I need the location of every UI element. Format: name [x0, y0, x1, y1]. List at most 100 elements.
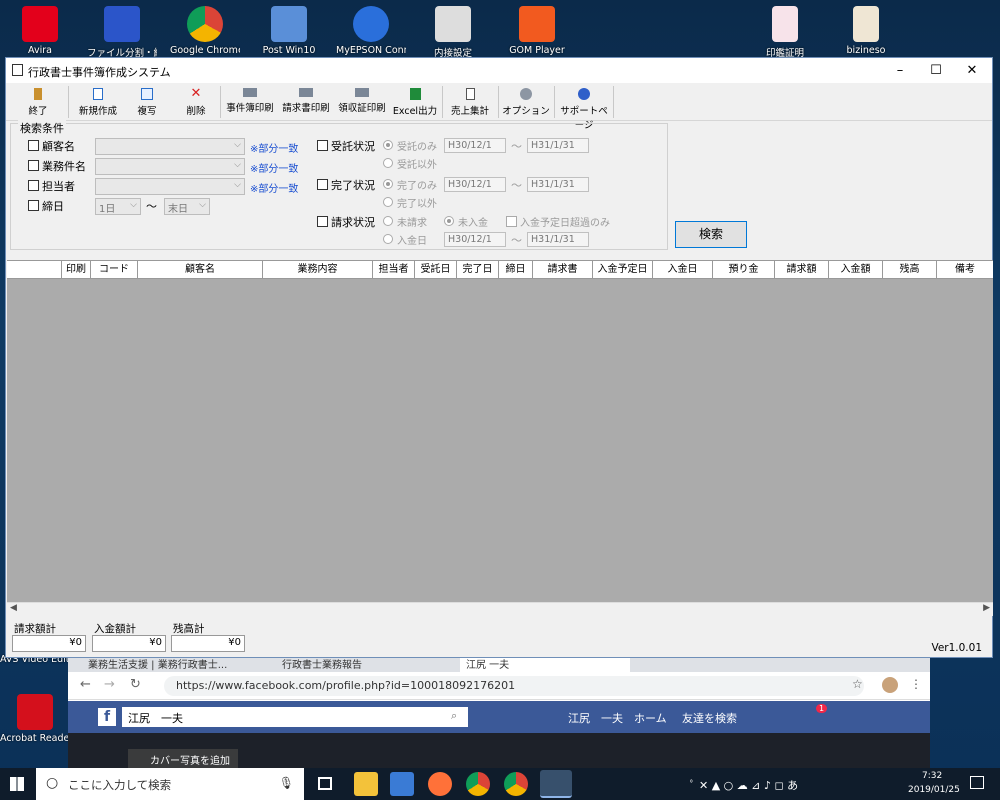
- person-combo[interactable]: ⌵: [95, 178, 245, 195]
- complete-date-from[interactable]: H30/12/1: [444, 177, 506, 192]
- column-header[interactable]: 入金予定日: [593, 261, 653, 279]
- store-icon[interactable]: [390, 772, 414, 796]
- column-header[interactable]: 預り金: [713, 261, 775, 279]
- entrust-date-to[interactable]: H31/1/31: [527, 138, 589, 153]
- microphone-icon[interactable]: 🎙: [279, 776, 294, 790]
- add-cover-photo-button[interactable]: カバー写真を追加: [128, 749, 238, 770]
- project-name-checkbox[interactable]: [28, 160, 39, 171]
- paid-date-radio[interactable]: [383, 234, 393, 244]
- received-total-value: ¥0: [92, 635, 166, 652]
- minimize-icon[interactable]: –: [882, 58, 918, 83]
- facebook-home-link[interactable]: ホーム: [634, 710, 667, 726]
- billing-status-checkbox[interactable]: [317, 216, 328, 227]
- chrome-icon[interactable]: [466, 772, 490, 796]
- paid-date-from[interactable]: H30/12/1: [444, 232, 506, 247]
- facebook-find-friends-link[interactable]: 友達を検索: [682, 710, 737, 726]
- entrust-other-radio[interactable]: [383, 158, 393, 168]
- close-icon[interactable]: ✕: [954, 58, 990, 83]
- complete-date-to[interactable]: H31/1/31: [527, 177, 589, 192]
- forward-icon[interactable]: →: [104, 677, 115, 692]
- desktop-icon-avira[interactable]: Avira: [5, 2, 75, 56]
- bookmark-star-icon[interactable]: ☆: [852, 677, 863, 691]
- delete-button[interactable]: ✕ 削除: [170, 85, 222, 119]
- file-explorer-icon[interactable]: [354, 772, 378, 796]
- column-header[interactable]: コード: [91, 261, 138, 279]
- new-button[interactable]: 新規作成: [72, 85, 124, 119]
- url-bar[interactable]: https://www.facebook.com/profile.php?id=…: [164, 676, 864, 696]
- column-header[interactable]: 締日: [499, 261, 533, 279]
- firefox-icon[interactable]: [428, 772, 452, 796]
- closing-day-from-combo[interactable]: 1日 ⌵: [95, 198, 141, 215]
- entrust-status-checkbox[interactable]: [317, 140, 328, 151]
- desktop-icon-bizineso[interactable]: bizineso: [831, 2, 901, 56]
- receipt-print-button[interactable]: 領収証印刷: [334, 85, 390, 119]
- clock-time[interactable]: 7:32: [922, 771, 942, 781]
- complete-status-checkbox[interactable]: [317, 179, 328, 190]
- scroll-right-icon[interactable]: ▶: [983, 603, 990, 613]
- entrust-only-radio[interactable]: [383, 140, 393, 150]
- options-button[interactable]: オプション: [500, 85, 552, 119]
- case-system-app-icon[interactable]: [540, 770, 572, 798]
- closing-day-checkbox[interactable]: [28, 200, 39, 211]
- overdue-only-checkbox[interactable]: [506, 216, 517, 227]
- column-header[interactable]: 受託日: [415, 261, 457, 279]
- desktop-icon-gom[interactable]: GOM Player: [502, 2, 572, 56]
- complete-only-radio[interactable]: [383, 179, 393, 189]
- desktop-icon-chrome[interactable]: Google Chrome: [170, 2, 240, 56]
- chrome-profile-icon[interactable]: [504, 772, 528, 796]
- notification-icon[interactable]: [970, 776, 984, 789]
- back-icon[interactable]: ←: [80, 677, 91, 692]
- column-header[interactable]: 残高: [883, 261, 937, 279]
- search-icon[interactable]: ⌕: [451, 709, 457, 723]
- desktop-icon-epson[interactable]: MyEPSON Connect: [336, 2, 406, 56]
- copy-button[interactable]: 複写: [124, 85, 170, 119]
- taskbar-search-box[interactable]: ○ ここに入力して検索 🎙: [36, 768, 304, 800]
- tray-icons[interactable]: ﾟ ✕ ▲ ○ ☁ ⊿ ♪ ◻ あ: [690, 777, 798, 793]
- task-view-icon[interactable]: [318, 777, 332, 790]
- column-header[interactable]: 担当者: [373, 261, 415, 279]
- desktop-icon-acrobat[interactable]: Acrobat Reader: [0, 690, 70, 744]
- search-button[interactable]: 検索: [675, 221, 747, 248]
- maximize-icon[interactable]: ☐: [918, 58, 954, 83]
- column-header[interactable]: 業務内容: [263, 261, 373, 279]
- project-name-combo[interactable]: ⌵: [95, 158, 245, 175]
- column-header[interactable]: 備考: [937, 261, 993, 279]
- windows-start-icon[interactable]: [10, 777, 24, 791]
- desktop-icon-settings[interactable]: 内接設定: [418, 2, 488, 59]
- facebook-profile-link[interactable]: 江尻 一夫: [568, 710, 623, 726]
- support-page-button[interactable]: サポートページ: [556, 85, 612, 131]
- paid-date-to[interactable]: H31/1/31: [527, 232, 589, 247]
- sales-summary-button[interactable]: 売上集計: [444, 85, 496, 119]
- desktop-icon-file-split[interactable]: ファイル分割・結合: [87, 2, 157, 59]
- desktop-icon-seal[interactable]: 印鑑証明: [750, 2, 820, 59]
- column-header[interactable]: 請求書: [533, 261, 593, 279]
- avatar[interactable]: [882, 677, 898, 693]
- menu-dots-icon[interactable]: ⋮: [910, 677, 922, 691]
- closing-day-to-combo[interactable]: 末日 ⌵: [164, 198, 210, 215]
- column-header[interactable]: 入金額: [829, 261, 883, 279]
- unpaid-radio[interactable]: [444, 216, 454, 226]
- reload-icon[interactable]: ↻: [130, 677, 141, 692]
- desktop-icon-postwin[interactable]: Post Win10: [254, 2, 324, 56]
- column-header[interactable]: 請求額: [775, 261, 829, 279]
- facebook-search-input[interactable]: 江尻 一夫: [122, 707, 468, 727]
- column-header[interactable]: 入金日: [653, 261, 713, 279]
- unbilled-radio[interactable]: [383, 216, 393, 226]
- range-tilde: 〜: [511, 234, 522, 247]
- column-header[interactable]: 印刷: [62, 261, 91, 279]
- person-checkbox[interactable]: [28, 180, 39, 191]
- exit-button[interactable]: 終了: [12, 85, 64, 119]
- client-name-checkbox[interactable]: [28, 140, 39, 151]
- scroll-left-icon[interactable]: ◀: [10, 603, 17, 613]
- excel-export-button[interactable]: Excel出力: [390, 85, 440, 119]
- entrust-date-from[interactable]: H30/12/1: [444, 138, 506, 153]
- column-header[interactable]: 完了日: [457, 261, 499, 279]
- horizontal-scrollbar[interactable]: ◀ ▶: [7, 602, 993, 616]
- complete-other-radio[interactable]: [383, 197, 393, 207]
- invoice-print-button[interactable]: 請求書印刷: [278, 85, 334, 119]
- case-print-button[interactable]: 事件簿印刷: [222, 85, 278, 119]
- range-tilde: 〜: [511, 179, 522, 192]
- column-header[interactable]: 顧客名: [138, 261, 263, 279]
- client-name-combo[interactable]: ⌵: [95, 138, 245, 155]
- clock-date[interactable]: 2019/01/25: [908, 785, 960, 795]
